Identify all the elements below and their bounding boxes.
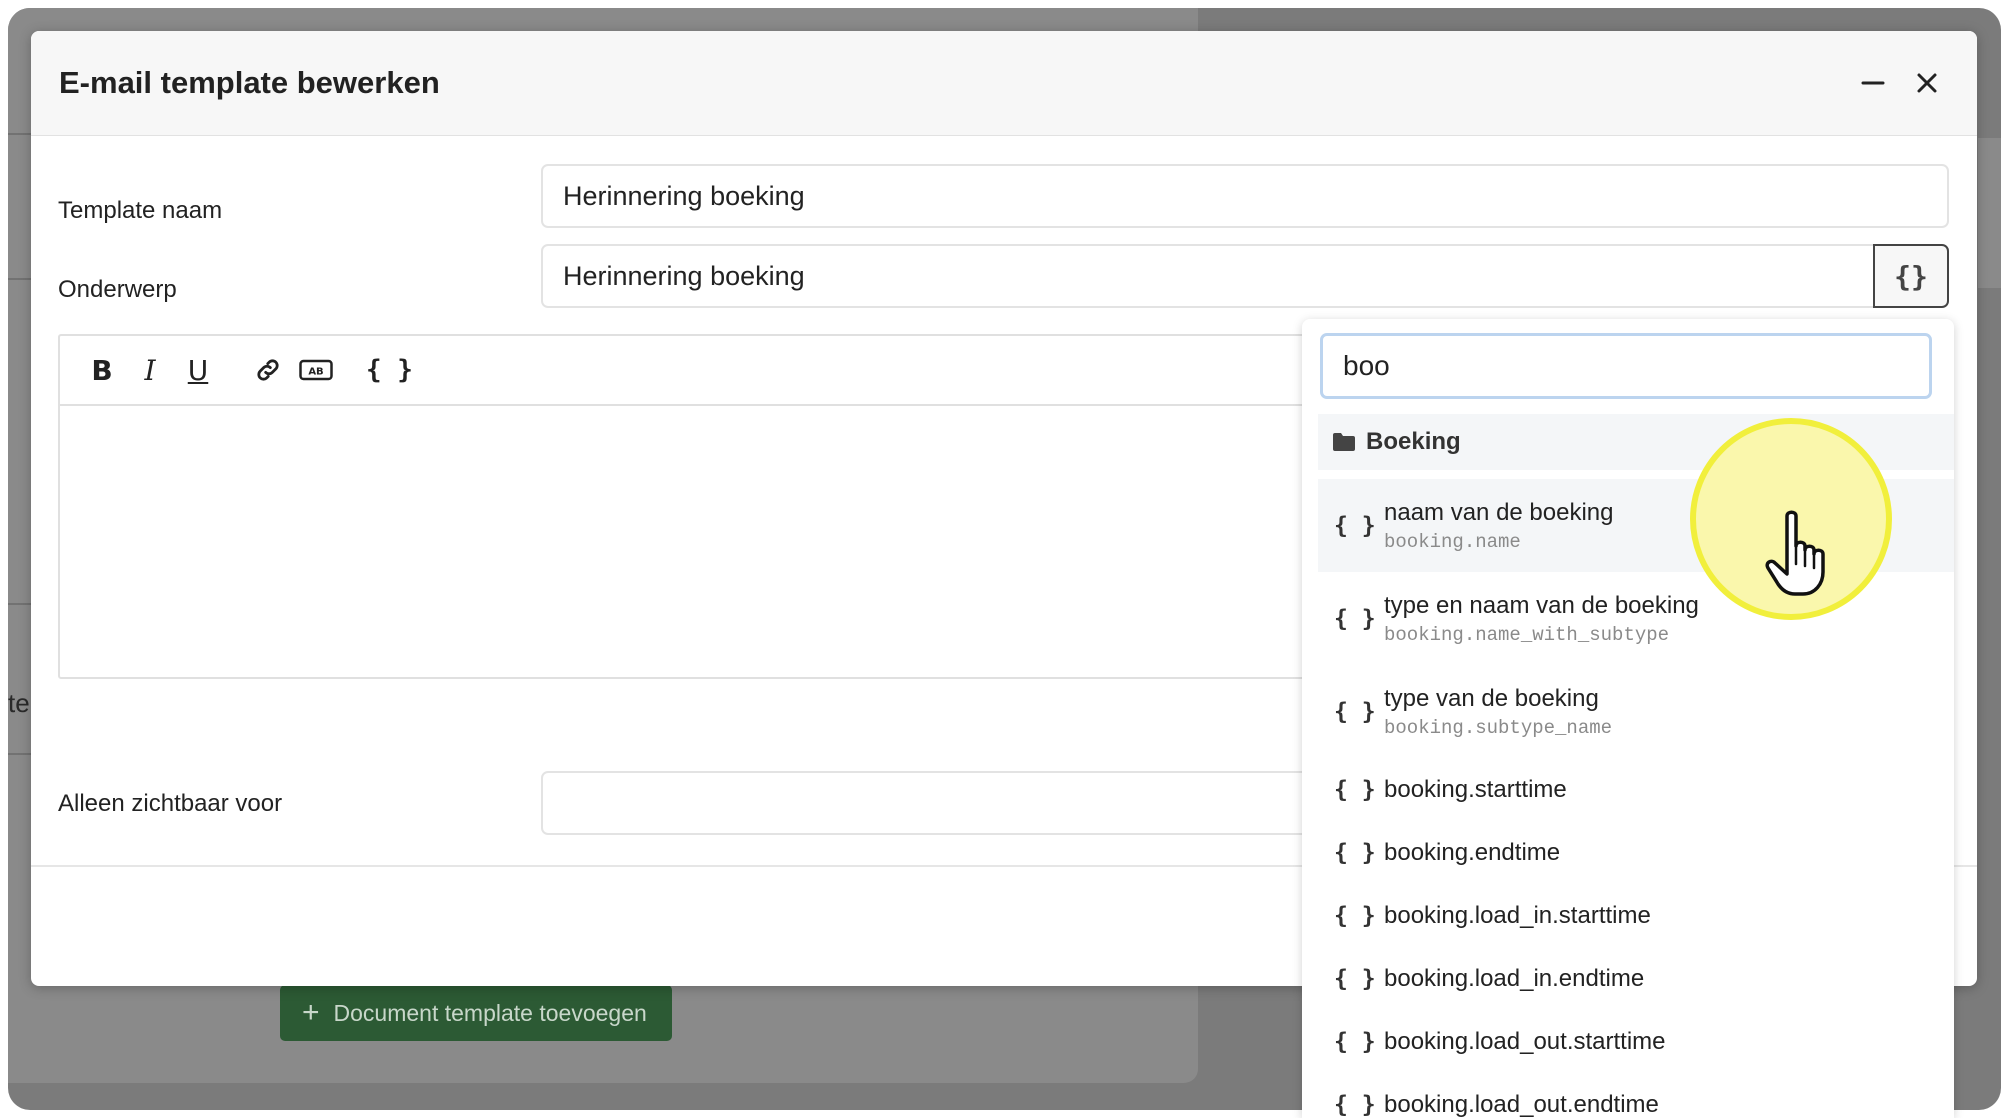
variable-item-label: booking.load_in.starttime: [1384, 901, 1651, 929]
variable-item-label: booking.load_in.endtime: [1384, 964, 1645, 992]
text-box-icon: AB: [299, 359, 333, 381]
variable-item-code: booking.subtype_name: [1384, 716, 1613, 739]
folder-icon: [1333, 433, 1355, 451]
variable-item[interactable]: { } booking.load_in.endtime: [1318, 947, 1954, 1010]
variable-item-label: type en naam van de boeking: [1384, 591, 1699, 619]
variable-search-input[interactable]: boo: [1320, 333, 1932, 399]
variable-item-code: booking.name: [1384, 530, 1521, 553]
braces-icon: { }: [1334, 776, 1376, 803]
variable-item[interactable]: { } type van de boeking booking.subtype_…: [1318, 665, 1954, 758]
variable-item-label: booking.starttime: [1384, 775, 1567, 803]
insert-variable-button[interactable]: {}: [1873, 244, 1949, 308]
variable-dropdown: boo Boeking { } naam van de boeking book…: [1302, 319, 1954, 1118]
braces-icon: { }: [1334, 512, 1376, 539]
variable-item-label: type van de boeking: [1384, 684, 1599, 712]
braces-icon: { }: [1334, 902, 1376, 929]
braces-icon: { }: [1334, 1091, 1376, 1118]
insert-variable-toolbar-button[interactable]: { }: [366, 348, 413, 392]
variable-item-label: booking.load_out.starttime: [1384, 1027, 1666, 1055]
rich-text-editor: B I U AB { }: [58, 334, 1358, 679]
variable-item-label: booking.endtime: [1384, 838, 1561, 866]
braces-icon: { }: [1334, 1028, 1376, 1055]
editor-content-area[interactable]: [60, 406, 1356, 676]
plus-icon: +: [302, 996, 320, 1029]
link-icon: [257, 359, 279, 381]
modal-header: E-mail template bewerken: [31, 31, 1977, 136]
subject-input[interactable]: Herinnering boeking: [541, 244, 1877, 308]
abbreviation-button[interactable]: AB: [296, 348, 336, 392]
add-document-template-button[interactable]: + Document template toevoegen: [280, 985, 672, 1041]
underline-button[interactable]: U: [178, 348, 218, 392]
braces-icon: { }: [1334, 839, 1376, 866]
braces-icon: { }: [1334, 605, 1376, 632]
variable-item[interactable]: { } booking.starttime: [1318, 758, 1954, 821]
variable-item-code: booking.name_with_subtype: [1384, 623, 1670, 646]
braces-icon: { }: [1334, 698, 1376, 725]
close-icon: [1917, 73, 1937, 93]
close-button[interactable]: [1905, 61, 1949, 105]
add-document-template-label: Document template toevoegen: [333, 999, 647, 1026]
variable-item[interactable]: { } booking.load_out.starttime: [1318, 1010, 1954, 1073]
minus-icon: [1861, 81, 1885, 85]
variable-item[interactable]: { } booking.endtime: [1318, 821, 1954, 884]
editor-toolbar: B I U AB { }: [60, 336, 1356, 406]
variable-group-label: Boeking: [1366, 428, 1461, 455]
minimize-button[interactable]: [1851, 61, 1895, 105]
variable-item-label: naam van de boeking: [1384, 498, 1614, 526]
hand-pointer-icon: [1765, 510, 1825, 596]
template-name-input[interactable]: Herinnering boeking: [541, 164, 1949, 228]
variable-item[interactable]: { } booking.load_in.starttime: [1318, 884, 1954, 947]
background-strip: [1978, 138, 2001, 288]
subject-label: Onderwerp: [58, 276, 177, 303]
italic-button[interactable]: I: [130, 348, 170, 392]
template-name-label: Template naam: [58, 197, 223, 224]
svg-text:AB: AB: [308, 367, 323, 378]
variable-item[interactable]: { } booking.load_out.endtime: [1318, 1073, 1954, 1118]
visible-for-label: Alleen zichtbaar voor: [58, 790, 283, 817]
modal-title: E-mail template bewerken: [59, 65, 440, 100]
variable-item-label: booking.load_out.endtime: [1384, 1090, 1659, 1118]
bold-button[interactable]: B: [82, 348, 122, 392]
braces-icon: { }: [1334, 965, 1376, 992]
link-button[interactable]: [248, 348, 288, 392]
